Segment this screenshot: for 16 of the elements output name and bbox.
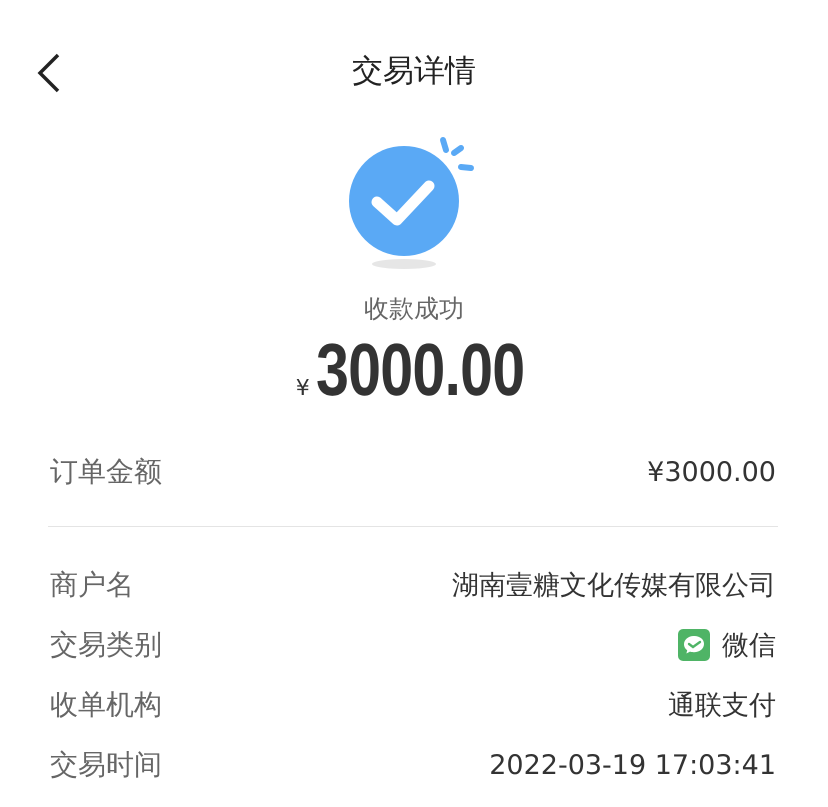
row-label: 商户名 — [50, 567, 134, 603]
row-value: 通联支付 — [668, 689, 776, 723]
currency-symbol: ¥ — [296, 376, 310, 401]
status-text: 收款成功 — [364, 293, 464, 325]
row-value: ¥3000.00 — [647, 456, 776, 488]
page-title: 交易详情 — [352, 52, 476, 91]
amount-text: 3000.00 — [316, 327, 524, 412]
row-label: 订单金额 — [50, 454, 162, 490]
row-label: 收单机构 — [50, 687, 162, 723]
row-value: 2022-03-19 17:03:41 — [489, 750, 776, 780]
row-label: 交易时间 — [50, 747, 162, 783]
row-value: 微信 — [722, 629, 776, 663]
chat-bubble-icon — [678, 629, 710, 661]
row-label: 交易类别 — [50, 627, 162, 663]
back-icon[interactable] — [36, 53, 62, 93]
row-value: 湖南壹糖文化传媒有限公司 — [452, 569, 776, 603]
